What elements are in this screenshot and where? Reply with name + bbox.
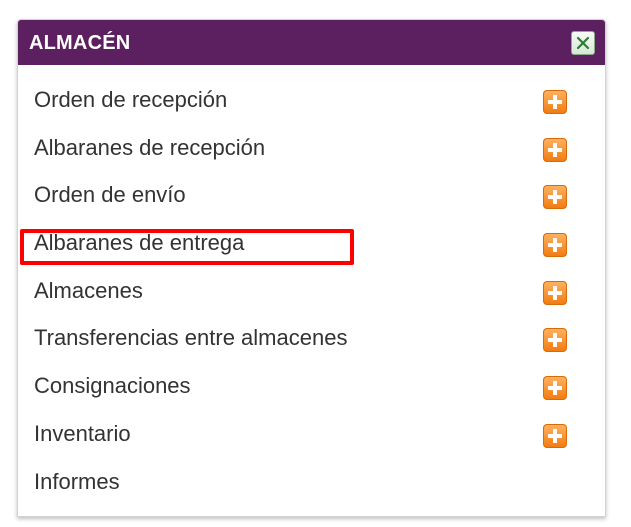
panel-header: ALMACÉN: [18, 20, 605, 65]
panel-title: ALMACÉN: [29, 32, 131, 54]
add-icon[interactable]: [543, 376, 567, 401]
menu-item-orden-de-recepcion[interactable]: Orden de recepción: [18, 79, 605, 127]
menu-item-label[interactable]: Consignaciones: [34, 373, 191, 399]
menu-item-albaranes-de-recepcion[interactable]: Albaranes de recepción: [18, 127, 605, 175]
close-icon: [576, 36, 590, 50]
almacen-panel: ALMACÉN Orden de recepción Albaranes de …: [17, 19, 606, 517]
add-icon[interactable]: [543, 328, 567, 353]
menu-item-label[interactable]: Orden de recepción: [34, 87, 227, 113]
add-icon[interactable]: [543, 185, 567, 210]
menu-item-albaranes-de-entrega[interactable]: Albaranes de entrega: [18, 222, 605, 270]
add-icon[interactable]: [543, 137, 567, 162]
menu-item-almacenes[interactable]: Almacenes: [18, 270, 605, 318]
menu-item-label[interactable]: Orden de envío: [34, 182, 186, 208]
menu-item-consignaciones[interactable]: Consignaciones: [18, 365, 605, 413]
menu-item-label[interactable]: Albaranes de entrega: [34, 230, 244, 256]
menu-item-label[interactable]: Almacenes: [34, 278, 143, 304]
menu-list: Orden de recepción Albaranes de recepció…: [18, 65, 605, 508]
close-button[interactable]: [571, 31, 595, 55]
menu-item-label[interactable]: Albaranes de recepción: [34, 135, 265, 161]
menu-item-label[interactable]: Informes: [34, 469, 120, 495]
menu-item-label[interactable]: Inventario: [34, 421, 131, 447]
add-icon[interactable]: [543, 233, 567, 258]
add-icon[interactable]: [543, 280, 567, 305]
menu-item-inventario[interactable]: Inventario: [18, 413, 605, 461]
menu-item-orden-de-envio[interactable]: Orden de envío: [18, 174, 605, 222]
add-icon[interactable]: [543, 423, 567, 448]
add-icon[interactable]: [543, 90, 567, 114]
menu-item-label[interactable]: Transferencias entre almacenes: [34, 325, 347, 351]
menu-item-informes[interactable]: Informes: [18, 461, 605, 509]
menu-item-transferencias-entre-almacenes[interactable]: Transferencias entre almacenes: [18, 317, 605, 365]
